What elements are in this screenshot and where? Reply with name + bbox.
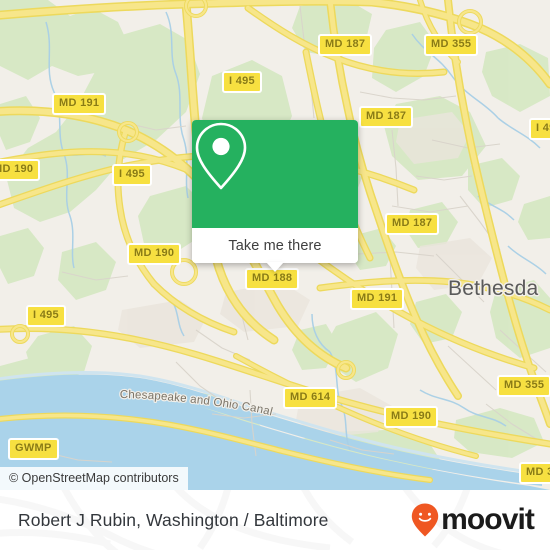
place-label-bethesda: Bethesda: [448, 277, 539, 300]
road-shield: MD 355: [424, 34, 479, 56]
road-shield: MD 190: [384, 406, 439, 428]
road-shield: MD 191: [52, 93, 107, 115]
footer-bar: Robert J Rubin, Washington / Baltimore m…: [0, 490, 550, 550]
road-shield: MD 187: [359, 106, 414, 128]
moovit-smiley-pin-icon: [411, 503, 439, 537]
osm-attribution[interactable]: © OpenStreetMap contributors: [0, 467, 188, 490]
moovit-logo[interactable]: moovit: [410, 502, 535, 538]
moovit-wordmark: moovit: [441, 503, 535, 536]
map-pin-icon: [195, 122, 247, 190]
road-shield: I 495: [112, 164, 152, 186]
take-me-there-label: Take me there: [228, 237, 322, 254]
road-shield: I 495: [529, 118, 550, 140]
road-shield: MD 187: [385, 213, 440, 235]
road-shield: MD 190: [0, 159, 41, 181]
road-shield: I 495: [222, 71, 262, 93]
take-me-there-button[interactable]: Take me there: [192, 228, 358, 263]
screenshot-root: Chesapeake and Ohio Canal Bethesda MD 18…: [0, 0, 550, 550]
road-shield: MD 187: [318, 34, 373, 56]
road-shield: MD 355: [497, 375, 550, 397]
road-shield: MD 3: [519, 462, 550, 484]
location-popup-card[interactable]: Take me there: [192, 120, 358, 272]
road-shield: MD 190: [127, 243, 182, 265]
road-shield: MD 614: [283, 387, 338, 409]
popup-pointer-tail: [266, 262, 284, 272]
map-canvas[interactable]: Chesapeake and Ohio Canal Bethesda MD 18…: [0, 0, 550, 490]
page-title: Robert J Rubin, Washington / Baltimore: [18, 509, 329, 530]
popup-icon-area: [192, 120, 358, 228]
road-shield: GWMP: [8, 438, 59, 460]
road-shield: I 495: [26, 305, 66, 327]
road-shield: MD 191: [350, 288, 405, 310]
